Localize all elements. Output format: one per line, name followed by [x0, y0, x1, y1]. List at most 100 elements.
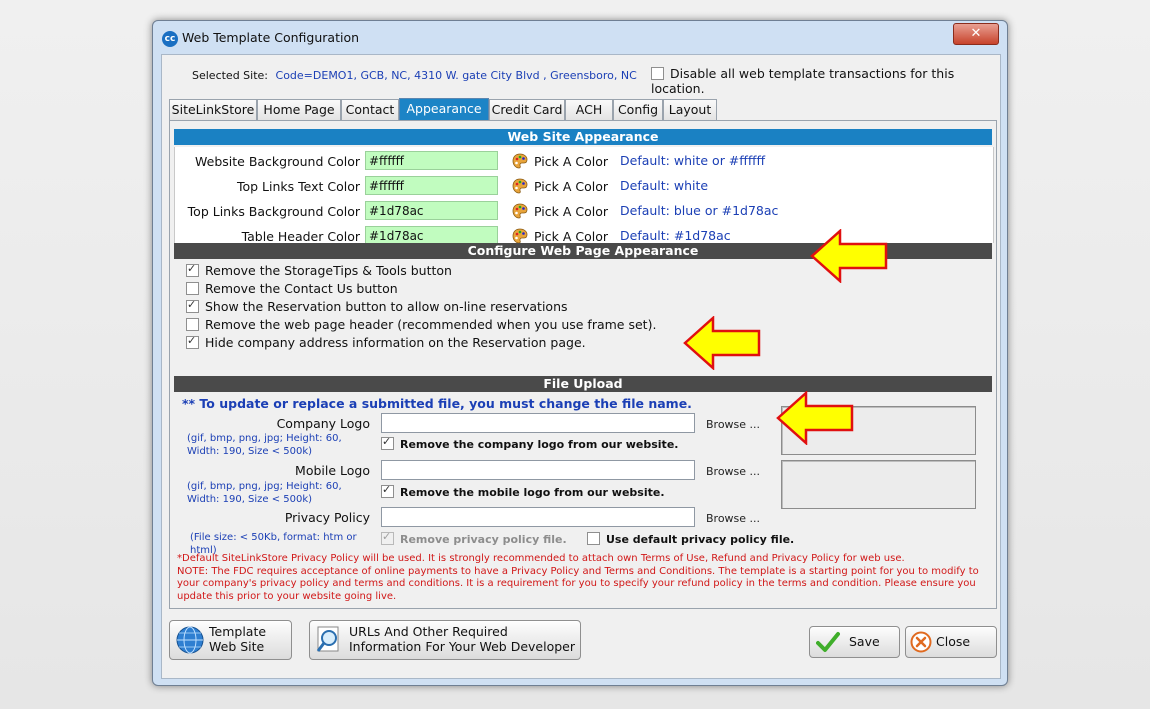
company-logo-browse-button[interactable]: Browse ... — [706, 418, 760, 431]
color-input-top-links-background[interactable]: #1d78ac — [365, 201, 498, 220]
close-label: Close — [936, 634, 971, 649]
tab-home-page[interactable]: Home Page — [257, 99, 341, 120]
tab-credit-card[interactable]: Credit Card — [489, 99, 565, 120]
disable-transactions-row[interactable]: Disable all web template transactions fo… — [651, 66, 1000, 96]
checkbox[interactable] — [186, 298, 199, 313]
option-label: Remove the Contact Us button — [205, 281, 398, 296]
privacy-policy-browse-button[interactable]: Browse ... — [706, 512, 760, 525]
file-upload-note: ** To update or replace a submitted file… — [182, 396, 692, 411]
palette-icon[interactable] — [512, 178, 528, 194]
app-icon: cc — [162, 31, 178, 47]
close-circle-icon — [910, 631, 932, 653]
appearance-panel: Web Site Appearance Website Background C… — [169, 120, 997, 609]
company-logo-input[interactable] — [381, 413, 695, 433]
option-remove-storagetips[interactable]: Remove the StorageTips & Tools button — [186, 262, 452, 278]
tab-contact[interactable]: Contact — [341, 99, 399, 120]
callout-arrow-icon — [776, 391, 854, 445]
mobile-logo-browse-button[interactable]: Browse ... — [706, 465, 760, 478]
urls-button-line1: URLs And Other Required — [349, 624, 508, 639]
palette-icon[interactable] — [512, 203, 528, 219]
close-button[interactable]: Close — [905, 626, 997, 658]
privacy-policy-input[interactable] — [381, 507, 695, 527]
option-label: Remove the web page header (recommended … — [205, 317, 657, 332]
disable-transactions-label: Disable all web template transactions fo… — [651, 66, 955, 96]
company-logo-hint: (gif, bmp, png, jpg; Height: 60, Width: … — [187, 433, 342, 457]
tab-appearance[interactable]: Appearance — [399, 98, 489, 121]
color-default-text: Default: white or #ffffff — [620, 153, 766, 168]
option-hide-company-address[interactable]: Hide company address information on the … — [186, 334, 586, 350]
pick-color-link[interactable]: Pick A Color — [534, 154, 608, 169]
pick-color-link[interactable]: Pick A Color — [534, 204, 608, 219]
use-default-privacy-option[interactable]: Use default privacy policy file. — [587, 532, 794, 546]
callout-arrow-icon — [683, 316, 761, 370]
checkmark-icon — [816, 632, 840, 652]
disable-transactions-checkbox[interactable] — [651, 67, 664, 80]
color-label: Table Header Color — [241, 229, 360, 244]
mobile-logo-preview — [781, 460, 976, 509]
option-label: Show the Reservation button to allow on-… — [205, 299, 568, 314]
remove-company-logo-option[interactable]: Remove the company logo from our website… — [381, 435, 679, 451]
template-button-line2: Web Site — [209, 639, 265, 654]
option-label: Remove the mobile logo from our website. — [400, 486, 665, 499]
save-button[interactable]: Save — [809, 626, 900, 658]
color-label: Top Links Background Color — [187, 204, 360, 219]
palette-icon[interactable] — [512, 153, 528, 169]
option-label: Use default privacy policy file. — [606, 533, 795, 546]
color-default-text: Default: #1d78ac — [620, 228, 731, 243]
color-input-top-links-text[interactable]: #ffffff — [365, 176, 498, 195]
template-button-line1: Template — [209, 624, 267, 639]
mobile-logo-label: Mobile Logo — [295, 463, 370, 478]
checkbox[interactable] — [587, 532, 600, 545]
tab-config[interactable]: Config — [613, 99, 663, 120]
globe-icon — [176, 626, 204, 654]
urls-button-line2: Information For Your Web Developer — [349, 639, 576, 654]
magnifier-icon — [316, 626, 339, 652]
option-remove-header[interactable]: Remove the web page header (recommended … — [186, 317, 656, 332]
mobile-logo-hint: (gif, bmp, png, jpg; Height: 60, Width: … — [187, 481, 342, 505]
color-default-text: Default: blue or #1d78ac — [620, 203, 779, 218]
checkbox[interactable] — [381, 435, 394, 450]
file-upload-header: File Upload — [174, 376, 992, 392]
tab-layout[interactable]: Layout — [663, 99, 717, 120]
web-site-appearance-header: Web Site Appearance — [174, 129, 992, 145]
selected-site: Selected Site: Code=DEMO1, GCB, NC, 4310… — [192, 69, 637, 82]
color-label: Website Background Color — [195, 154, 360, 169]
checkbox[interactable] — [186, 282, 199, 295]
checkbox[interactable] — [186, 262, 199, 277]
selected-site-value: Code=DEMO1, GCB, NC, 4310 W. gate City B… — [275, 69, 637, 82]
close-window-button[interactable]: ✕ — [953, 23, 999, 45]
checkbox[interactable] — [186, 318, 199, 331]
color-row-top-links-text: Top Links Text Color #ffffff Pick A Colo… — [175, 176, 993, 198]
color-row-website-background: Website Background Color #ffffff Pick A … — [175, 151, 993, 173]
mobile-logo-input[interactable] — [381, 460, 695, 480]
checkbox[interactable] — [186, 334, 199, 349]
config-window: cc Web Template Configuration ✕ Selected… — [152, 20, 1008, 686]
option-label: Remove the StorageTips & Tools button — [205, 263, 452, 278]
privacy-policy-label: Privacy Policy — [284, 510, 370, 525]
option-show-reservation[interactable]: Show the Reservation button to allow on-… — [186, 298, 568, 314]
pick-color-link[interactable]: Pick A Color — [534, 229, 608, 244]
client-area: Selected Site: Code=DEMO1, GCB, NC, 4310… — [161, 54, 1001, 679]
checkbox[interactable] — [381, 530, 394, 545]
checkbox[interactable] — [381, 483, 394, 498]
tab-ach[interactable]: ACH — [565, 99, 613, 120]
option-label: Remove privacy policy file. — [400, 533, 567, 546]
save-label: Save — [849, 634, 880, 649]
tab-sitelinkstore[interactable]: SiteLinkStore — [169, 99, 257, 120]
remove-privacy-policy-option[interactable]: Remove privacy policy file. — [381, 530, 567, 546]
color-default-text: Default: white — [620, 178, 709, 193]
privacy-disclaimer: *Default SiteLinkStore Privacy Policy wi… — [177, 553, 979, 602]
remove-mobile-logo-option[interactable]: Remove the mobile logo from our website. — [381, 483, 665, 499]
selected-site-label: Selected Site: — [192, 69, 269, 82]
pick-color-link[interactable]: Pick A Color — [534, 179, 608, 194]
template-web-site-button[interactable]: Template Web Site — [169, 620, 292, 660]
window-title: Web Template Configuration — [182, 30, 360, 45]
company-logo-label: Company Logo — [276, 416, 370, 431]
title-bar[interactable]: cc Web Template Configuration ✕ — [153, 21, 1007, 53]
callout-arrow-icon — [810, 229, 888, 283]
urls-info-button[interactable]: URLs And Other Required Information For … — [309, 620, 581, 660]
palette-icon[interactable] — [512, 228, 528, 244]
color-input-website-background[interactable]: #ffffff — [365, 151, 498, 170]
option-remove-contact-us[interactable]: Remove the Contact Us button — [186, 281, 398, 296]
option-label: Remove the company logo from our website… — [400, 438, 679, 451]
